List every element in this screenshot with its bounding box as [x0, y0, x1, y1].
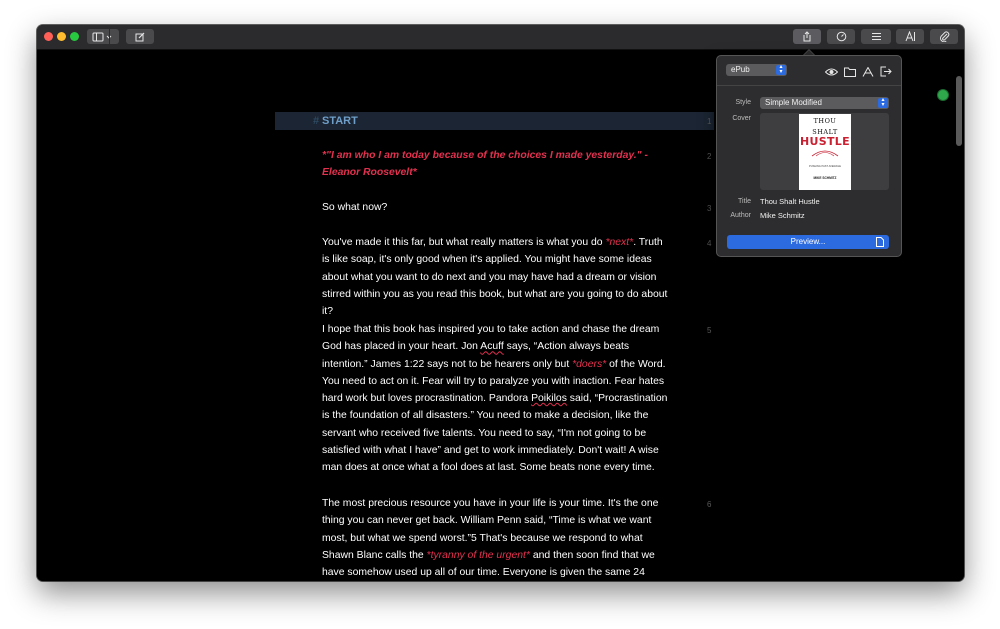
- compose-icon: [135, 32, 145, 42]
- paragraph-text: So what now?: [322, 202, 388, 213]
- text-style-button[interactable]: [896, 29, 924, 44]
- list-icon: [871, 32, 882, 41]
- format-select[interactable]: ePub ▴ ▾: [726, 64, 787, 76]
- paragraph: So what now?: [322, 199, 672, 216]
- font-icon[interactable]: [862, 64, 874, 82]
- cover-subtitle: PUSHING PAST AVERAGE: [809, 165, 841, 168]
- title-value[interactable]: Thou Shalt Hustle: [760, 197, 820, 206]
- document-heading: START: [322, 115, 358, 127]
- cover-title-line: THOU: [813, 117, 837, 125]
- emphasis-text: *doers*: [572, 358, 607, 370]
- paragraph-quote: *"I am who I am today because of the cho…: [322, 147, 672, 182]
- chevron-updown-icon: ▴ ▾: [776, 64, 786, 75]
- eye-icon[interactable]: [824, 64, 839, 82]
- preview-label: Preview...: [790, 237, 826, 246]
- author-value[interactable]: Mike Schmitz: [760, 211, 805, 220]
- divider: [717, 85, 901, 86]
- paragraph-text: . Truth is like soap, it's only good whe…: [322, 237, 668, 318]
- emphasis-text: *tyranny of the urgent*: [426, 549, 530, 561]
- share-icon: [802, 31, 812, 42]
- line-number: 4: [707, 239, 712, 248]
- misspelled-word[interactable]: Poikilos: [531, 393, 567, 404]
- style-select[interactable]: Simple Modified ▴ ▾: [760, 97, 889, 109]
- app-window: # START 1 2 3 4 5 6 *"I am who I am toda…: [37, 25, 964, 581]
- cover-arc-graphic: [811, 150, 839, 157]
- export-icon[interactable]: [880, 64, 892, 82]
- sidebar-toggle-button[interactable]: [87, 29, 119, 44]
- vertical-scrollbar[interactable]: [956, 76, 962, 146]
- cover-author: MIKE SCHMITZ: [813, 176, 837, 180]
- heading-marker: #: [313, 115, 320, 127]
- zoom-window-button[interactable]: [70, 32, 79, 41]
- paragraph: The most precious resource you have in y…: [322, 495, 672, 581]
- text-style-icon: [905, 31, 916, 42]
- line-number: 5: [707, 326, 712, 335]
- epigraph-quote: *"I am who I am today because of the cho…: [322, 150, 648, 179]
- close-window-button[interactable]: [44, 32, 53, 41]
- title-bar: [37, 25, 964, 50]
- status-indicator: [937, 89, 949, 101]
- line-number: 1: [707, 117, 712, 126]
- emphasis-text: *next*: [605, 237, 634, 248]
- folder-icon[interactable]: [844, 64, 856, 82]
- preview-button[interactable]: Preview...: [727, 235, 889, 249]
- title-label: Title: [738, 198, 751, 205]
- style-value: Simple Modified: [765, 98, 822, 107]
- style-label: Style: [735, 99, 751, 106]
- line-number: 2: [707, 152, 712, 161]
- cover-label: Cover: [732, 115, 751, 122]
- share-button[interactable]: [793, 29, 821, 44]
- chevron-updown-icon: ▴ ▾: [878, 97, 888, 108]
- line-number: 3: [707, 204, 712, 213]
- attachment-icon: [939, 31, 950, 42]
- paragraph: You've made it this far, but what really…: [322, 234, 672, 320]
- line-number: 6: [707, 500, 712, 509]
- compose-button[interactable]: [126, 29, 154, 44]
- format-value: ePub: [731, 65, 750, 74]
- cover-title-line: HUSTLE: [800, 135, 850, 148]
- dashboard-icon: [836, 31, 847, 42]
- book-cover-image[interactable]: THOU SHALT HUSTLE PUSHING PAST AVERAGE M…: [799, 114, 851, 190]
- dashboard-button[interactable]: [827, 29, 855, 44]
- paragraph: I hope that this book has inspired you t…: [322, 321, 672, 477]
- misspelled-word[interactable]: Acuff: [480, 341, 504, 352]
- export-panel: ePub ▴ ▾ Style Simple Modified ▴ ▾ Cover T…: [716, 55, 902, 257]
- author-label: Author: [730, 212, 751, 219]
- minimize-window-button[interactable]: [57, 32, 66, 41]
- heading-line: # START: [275, 112, 714, 130]
- paragraph-text: said, “Procrastination is the foundation…: [322, 393, 668, 474]
- outline-list-button[interactable]: [861, 29, 891, 44]
- attachment-button[interactable]: [930, 29, 958, 44]
- sidebar-toggle-icon: [92, 32, 114, 42]
- document-icon: [876, 237, 884, 252]
- paragraph-text: You've made it this far, but what really…: [322, 237, 606, 248]
